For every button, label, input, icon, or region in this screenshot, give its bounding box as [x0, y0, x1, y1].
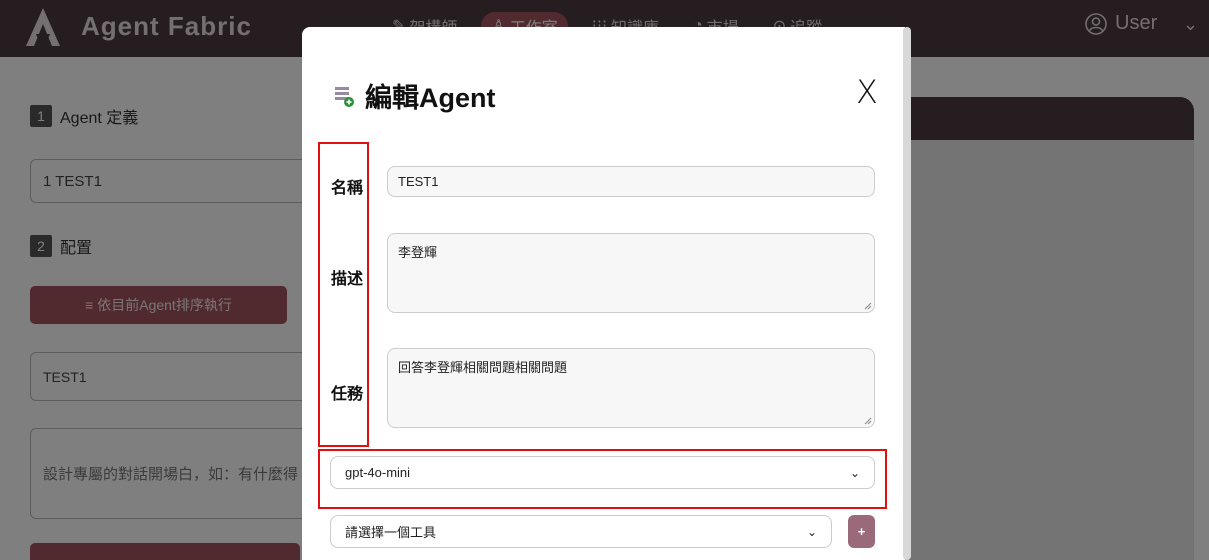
modal-title-text: 編輯Agent: [365, 83, 496, 113]
resize-handle-icon[interactable]: [864, 417, 872, 425]
modal-title: 編輯Agent: [335, 76, 496, 115]
close-button[interactable]: X: [856, 73, 878, 111]
description-textarea[interactable]: 李登輝: [387, 233, 875, 313]
edit-stack-icon: [335, 86, 354, 107]
name-input[interactable]: TEST1: [387, 166, 875, 197]
model-select-value: gpt-4o-mini: [345, 465, 411, 480]
resize-handle-icon[interactable]: [864, 302, 872, 310]
tool-select[interactable]: 請選擇一個工具 ⌄: [330, 515, 832, 548]
description-value: 李登輝: [398, 245, 438, 260]
description-label: 描述: [331, 271, 364, 288]
chevron-down-icon: ⌄: [849, 465, 860, 480]
task-value: 回答李登輝相關問題相關問題: [398, 360, 568, 375]
add-tool-button[interactable]: +: [848, 515, 875, 548]
task-label: 任務: [331, 386, 364, 403]
modal-scrollbar[interactable]: [903, 27, 911, 560]
task-textarea[interactable]: 回答李登輝相關問題相關問題: [387, 348, 875, 428]
model-select[interactable]: gpt-4o-mini ⌄: [330, 456, 875, 489]
tool-select-value: 請選擇一個工具: [345, 525, 437, 540]
name-label: 名稱: [331, 180, 364, 197]
chevron-down-icon: ⌄: [806, 524, 817, 539]
